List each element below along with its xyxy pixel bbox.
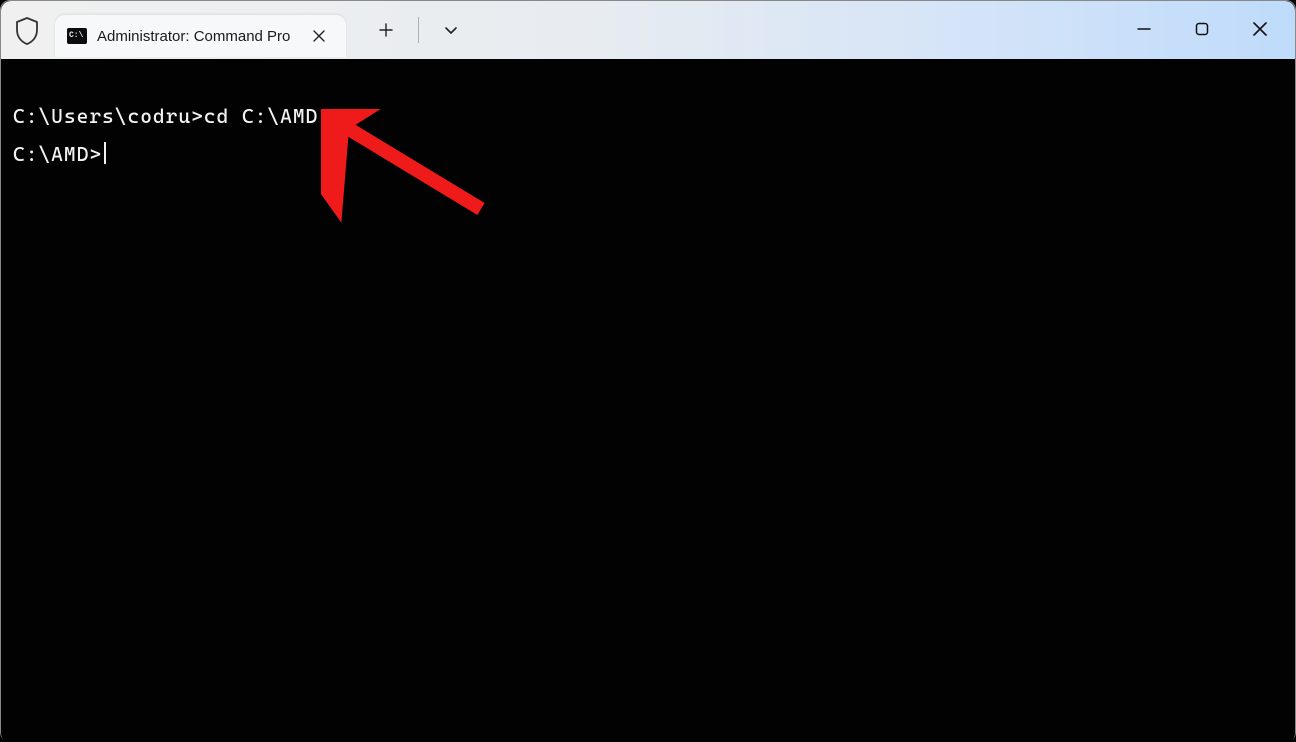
tab-title: Administrator: Command Pro [97, 28, 290, 45]
tab-close-button[interactable] [306, 23, 332, 49]
shield-icon [15, 17, 39, 43]
minimize-icon [1137, 22, 1151, 36]
terminal-line: C:\Users\codru>cd C:\AMD [13, 97, 1283, 135]
close-icon [1253, 22, 1267, 36]
window-titlebar: Administrator: Command Pro [1, 1, 1295, 59]
terminal-output[interactable]: C:\Users\codru>cd C:\AMD C:\AMD> [1, 59, 1295, 742]
terminal-line: C:\AMD> [13, 135, 1283, 173]
text-cursor [104, 142, 106, 164]
tab-dropdown-button[interactable] [431, 10, 471, 50]
cmd-icon [67, 28, 87, 44]
chevron-down-icon [444, 23, 458, 37]
tab-actions [366, 10, 471, 50]
close-icon [313, 30, 325, 42]
plus-icon [379, 23, 393, 37]
separator [418, 17, 419, 43]
maximize-icon [1195, 22, 1209, 36]
minimize-button[interactable] [1115, 5, 1173, 53]
window-controls [1115, 1, 1289, 57]
close-button[interactable] [1231, 5, 1289, 53]
new-tab-button[interactable] [366, 10, 406, 50]
maximize-button[interactable] [1173, 5, 1231, 53]
tab-command-prompt[interactable]: Administrator: Command Pro [55, 15, 346, 57]
